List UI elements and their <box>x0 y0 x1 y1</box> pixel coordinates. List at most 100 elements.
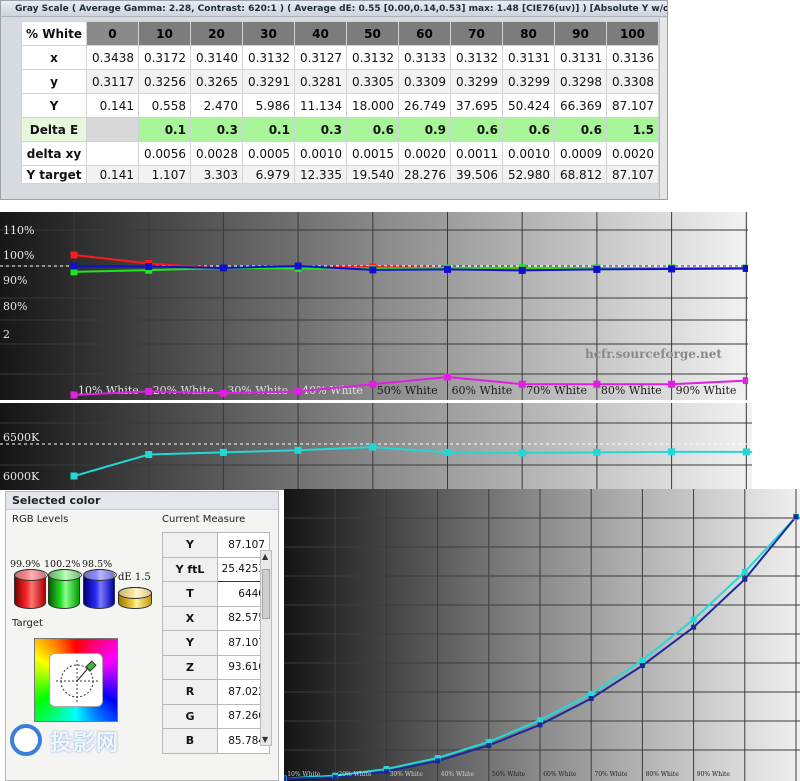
site-watermark: 投影网 <box>10 722 150 758</box>
color-temperature-chart-svg: 6500K 6000K <box>0 403 752 490</box>
table-cell: 0.3131 <box>553 45 607 70</box>
luminance-curve-chart: 10% White 20% White 30% White 40% White 50% … <box>284 489 800 781</box>
table-cell: 0.3132 <box>241 45 295 70</box>
y-tick-label: 110% <box>3 224 34 237</box>
y-tick-label: 6000K <box>3 470 40 483</box>
target-white-area <box>49 653 103 707</box>
table-cell: 0.3127 <box>293 45 347 70</box>
measured-point <box>383 769 389 775</box>
measure-scrollbar[interactable]: ▲ ▼ <box>260 550 272 746</box>
measure-label: R <box>162 679 218 705</box>
table-cell: 0.558 <box>137 93 191 118</box>
level-header-60[interactable]: 60 <box>397 21 451 46</box>
level-header-70[interactable]: 70 <box>449 21 503 46</box>
level-header-30[interactable]: 30 <box>241 21 295 46</box>
table-cell: 0.3438 <box>85 45 139 70</box>
selected-color-title: Selected color <box>6 492 278 510</box>
measured-point <box>332 774 338 780</box>
measure-label: Y <box>162 630 218 656</box>
table-cell: 28.276 <box>397 165 451 184</box>
level-header-20[interactable]: 20 <box>189 21 243 46</box>
measured-point <box>793 514 799 520</box>
rgb-chart-background <box>0 212 748 400</box>
table-cell: 2.470 <box>189 93 243 118</box>
level-header-90[interactable]: 90 <box>553 21 607 46</box>
table-cell: 3.303 <box>189 165 243 184</box>
series-point <box>668 380 676 388</box>
table-cell: 5.986 <box>241 93 295 118</box>
level-header-80[interactable]: 80 <box>501 21 555 46</box>
luminance-curve-chart-svg: 10% White 20% White 30% White 40% White 50% … <box>284 489 800 781</box>
measured-point <box>691 624 697 630</box>
series-point <box>369 443 377 451</box>
level-header-50[interactable]: 50 <box>345 21 399 46</box>
measured-point <box>639 663 645 669</box>
series-point <box>294 262 302 270</box>
table-cell: 0.0009 <box>553 141 607 166</box>
measure-label: Y ftL <box>162 556 218 582</box>
x-tick-label: 90% White <box>676 384 737 397</box>
series-point <box>518 266 526 274</box>
series-point <box>518 449 526 457</box>
series-point <box>369 380 377 388</box>
scroll-down-icon[interactable]: ▼ <box>262 735 268 744</box>
scroll-thumb[interactable] <box>262 569 270 619</box>
x-tick-label: 20% White <box>153 384 214 397</box>
x-tick-label: 90% White <box>697 771 731 778</box>
table-cell: 0.6 <box>345 117 399 142</box>
table-cell: 39.506 <box>449 165 503 184</box>
series-point <box>145 387 153 395</box>
series-point <box>518 380 526 388</box>
series-point <box>742 448 750 456</box>
level-header-100[interactable]: 100 <box>605 21 659 46</box>
table-cell: 0.6 <box>449 117 503 142</box>
x-tick-label: 40% White <box>441 771 475 778</box>
table-cell <box>85 117 139 142</box>
table-cell: 37.695 <box>449 93 503 118</box>
table-scrollbar[interactable] <box>659 18 667 199</box>
series-point <box>444 265 451 273</box>
gamma-chart-background <box>284 489 800 781</box>
table-cell: 0.3172 <box>137 45 191 70</box>
series-point <box>294 446 302 454</box>
series-point <box>70 251 78 259</box>
level-header-10[interactable]: 10 <box>137 21 191 46</box>
series-point <box>668 448 676 456</box>
table-cell: 0.141 <box>85 165 139 184</box>
table-cell: 52.980 <box>501 165 555 184</box>
hcfr-watermark: hcfr.sourceforge.net <box>585 347 722 361</box>
table-cell: 0.3 <box>293 117 347 142</box>
measure-label: Y <box>162 532 218 558</box>
level-header-40[interactable]: 40 <box>293 21 347 46</box>
grayscale-table: % White 0 10 20 30 40 50 60 70 80 90 100 x 0.3438 0.… <box>21 21 659 184</box>
target-point <box>639 657 646 664</box>
table-cell: 0.3308 <box>605 69 659 94</box>
table-cell: 18.000 <box>345 93 399 118</box>
level-header-0[interactable]: 0 <box>85 21 139 46</box>
x-tick-label: 50% White <box>377 384 438 397</box>
rgb-levels-label: RGB Levels <box>12 514 69 525</box>
row-label: y <box>21 69 87 94</box>
scroll-up-icon[interactable]: ▲ <box>262 552 268 561</box>
measure-label: X <box>162 605 218 631</box>
table-cell: 0.0020 <box>605 141 659 166</box>
measured-point <box>742 576 748 582</box>
measure-label: G <box>162 703 218 729</box>
y-tick-label: 2 <box>3 328 10 341</box>
green-level-cylinder-icon <box>48 569 82 609</box>
x-tick-label: 70% White <box>594 771 628 778</box>
table-row: y 0.3117 0.3256 0.3265 0.3291 0.3281 0.3305 0.3… <box>21 69 659 94</box>
target-point <box>690 616 697 623</box>
table-cell: 6.979 <box>241 165 295 184</box>
measure-row: R 87.022 <box>162 679 270 705</box>
y-tick-label: 100% <box>3 249 34 262</box>
x-tick-label: 50% White <box>492 771 526 778</box>
measure-row: Z 93.616 <box>162 654 270 680</box>
corner-label: % White <box>21 21 87 46</box>
table-cell: 0.3117 <box>85 69 139 94</box>
table-cell: 0.0005 <box>241 141 295 166</box>
row-label: Y <box>21 93 87 118</box>
table-cell: 0.0028 <box>189 141 243 166</box>
series-point <box>593 448 601 456</box>
target-point <box>741 568 748 575</box>
